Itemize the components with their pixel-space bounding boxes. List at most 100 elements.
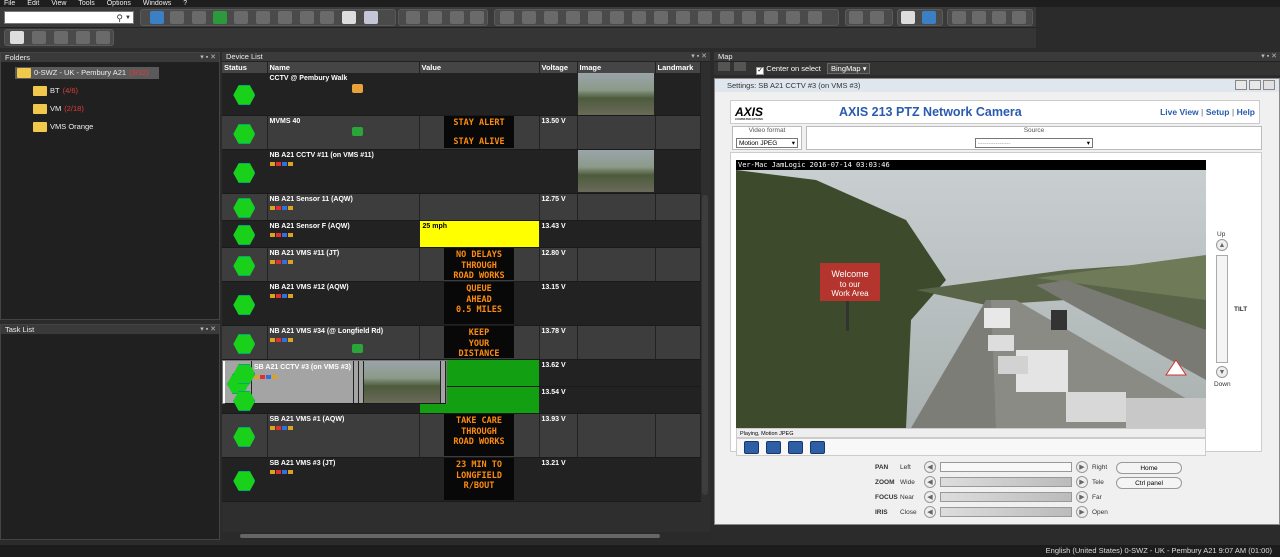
zoom-icon[interactable] (470, 11, 484, 24)
panel-controls[interactable]: ▾ ▪ ✕ (200, 53, 216, 63)
map-icon[interactable] (170, 11, 184, 24)
source-select[interactable]: --------------- ▾ (975, 138, 1093, 148)
zoom-icon[interactable] (810, 441, 825, 454)
menu-item[interactable]: ? (183, 0, 187, 7)
setup-link[interactable]: Setup (1206, 107, 1230, 117)
wrench-icon[interactable] (32, 31, 46, 44)
column-header[interactable]: Landmark (655, 62, 701, 73)
folder-item-root[interactable]: 0-SWZ - UK - Pembury A21 (3/32) (15, 67, 159, 79)
doc6-icon[interactable] (610, 11, 624, 24)
doc1-icon[interactable] (500, 11, 514, 24)
table-row[interactable]: NB A21 Sensor 11 (AQW) 12.75 V (222, 193, 701, 221)
tools-icon[interactable] (10, 31, 24, 44)
table-row[interactable]: SB A21 CCTV #3 (on VMS #3) (222, 360, 447, 404)
link-icon[interactable] (406, 11, 420, 24)
map-source-select[interactable]: BingMap ▾ (827, 63, 871, 74)
folder-item-vm[interactable]: VM (2/18) (33, 103, 84, 115)
minimize-button[interactable] (1235, 80, 1247, 90)
doc7-icon[interactable] (720, 11, 734, 24)
camera-thumbnail[interactable] (577, 73, 654, 115)
doc10-icon[interactable] (786, 11, 800, 24)
table-row[interactable]: NB A21 VMS #12 (AQW) QUEUE AHEAD 0.5 MILES 1… (222, 281, 701, 326)
tilt-down-arrow[interactable]: ▼ (1216, 366, 1228, 378)
close-button[interactable] (1263, 80, 1275, 90)
chevron-down-icon[interactable]: ▼ (125, 12, 131, 24)
camera-thumbnail[interactable] (577, 150, 654, 192)
camera-view[interactable]: Welcome to our Work Area Ver-Mac JamLogi… (736, 160, 1206, 428)
table-row[interactable]: SB A21 VMS #3 (JT) 23 MIN TO LONGFIELD R/BO… (222, 457, 701, 502)
table-row[interactable]: NB A21 CCTV #11 (on VMS #11) (222, 149, 701, 194)
iris-slider[interactable] (940, 507, 1072, 517)
menu-item[interactable]: View (51, 0, 66, 7)
doc4-icon[interactable] (566, 11, 580, 24)
column-header[interactable]: Image (577, 62, 656, 73)
table-row[interactable]: NB A21 Sensor F (AQW) 25 mph 13.43 V (222, 220, 701, 248)
list-icon[interactable] (278, 11, 292, 24)
screen-icon[interactable] (870, 11, 884, 24)
zoom-tele-arrow[interactable]: ▶ (1076, 476, 1088, 488)
table-row[interactable]: SB A21 VMS #1 (AQW) TAKE CARE THROUGH ROAD … (222, 413, 701, 458)
panel-controls[interactable]: ▾ ▪ ✕ (1261, 52, 1277, 62)
focus-near-arrow[interactable]: ◀ (924, 491, 936, 503)
video-icon[interactable] (922, 11, 936, 24)
export-icon[interactable] (96, 31, 110, 44)
horizontal-scrollbar[interactable] (222, 532, 710, 540)
table-row[interactable]: CCTV @ Pembury Walk (222, 73, 701, 116)
circle-icon[interactable] (320, 11, 334, 24)
edit-icon[interactable] (256, 11, 270, 24)
panel-controls[interactable]: ▾ ▪ ✕ (200, 325, 216, 335)
doc3-icon[interactable] (544, 11, 558, 24)
live-view-link[interactable]: Live View (1160, 107, 1199, 117)
iris-close-arrow[interactable]: ◀ (924, 506, 936, 518)
scroll-thumb[interactable] (240, 534, 660, 538)
column-header[interactable]: Name (267, 62, 420, 73)
record-icon[interactable] (766, 441, 781, 454)
plus-icon[interactable] (450, 11, 464, 24)
sync-icon[interactable] (351, 127, 363, 136)
maximize-button[interactable] (1249, 80, 1261, 90)
tilt-up-arrow[interactable]: ▲ (1216, 239, 1228, 251)
focus-far-arrow[interactable]: ▶ (1076, 491, 1088, 503)
map-tool2-icon[interactable] (734, 62, 747, 71)
column-header[interactable]: Value (419, 62, 540, 73)
mail-icon[interactable] (351, 84, 363, 93)
center-checkbox[interactable]: ✓ (756, 67, 765, 75)
layer2-icon[interactable] (972, 11, 986, 24)
stop-icon[interactable] (788, 441, 803, 454)
network-icon[interactable] (150, 11, 164, 24)
layer-icon[interactable] (952, 11, 966, 24)
zoom-wide-arrow[interactable]: ◀ (924, 476, 936, 488)
menu-item[interactable]: Tools (78, 0, 94, 7)
pan-slider[interactable] (940, 462, 1072, 472)
config-icon[interactable] (54, 31, 68, 44)
sync-icon[interactable] (351, 344, 363, 353)
doc5-icon[interactable] (588, 11, 602, 24)
doc11-icon[interactable] (808, 11, 822, 24)
table-row[interactable]: MVMS 40 STAY ALERT STAY ALIVE 13.50 V (222, 115, 701, 150)
vertical-scrollbar[interactable] (702, 195, 708, 495)
menu-item[interactable]: Windows (143, 0, 171, 7)
document-icon[interactable] (342, 11, 356, 24)
help-link[interactable]: Help (1237, 107, 1255, 117)
folder-item-vms-orange[interactable]: VMS Orange (33, 121, 93, 133)
column-header[interactable]: Status (222, 62, 268, 73)
doc2-icon[interactable] (522, 11, 536, 24)
table-row[interactable]: NB A21 VMS #11 (JT) NO DELAYS THROUGH ROAD … (222, 247, 701, 282)
column-header[interactable]: Voltage (539, 62, 578, 73)
pin4-icon[interactable] (698, 11, 712, 24)
menu-item[interactable]: Options (107, 0, 131, 7)
doc8-icon[interactable] (742, 11, 756, 24)
folder-item-bt[interactable]: BT (4/6) (33, 85, 78, 97)
monitor-icon[interactable] (901, 11, 915, 24)
pin3-icon[interactable] (676, 11, 690, 24)
ctrl-panel-button[interactable]: Ctrl panel (1116, 477, 1182, 489)
chart-icon[interactable] (364, 11, 378, 24)
table-row[interactable]: NB A21 VMS #34 (@ Longfield Rd) KEEP YOUR D… (222, 325, 701, 360)
doc9-icon[interactable] (764, 11, 778, 24)
camera-thumbnail[interactable] (364, 361, 440, 403)
pin-icon[interactable] (632, 11, 646, 24)
panel-controls[interactable]: ▾ ▪ ✕ (691, 52, 707, 62)
refresh-icon[interactable] (213, 11, 227, 24)
iris-open-arrow[interactable]: ▶ (1076, 506, 1088, 518)
tilt-slider[interactable] (1216, 255, 1228, 363)
